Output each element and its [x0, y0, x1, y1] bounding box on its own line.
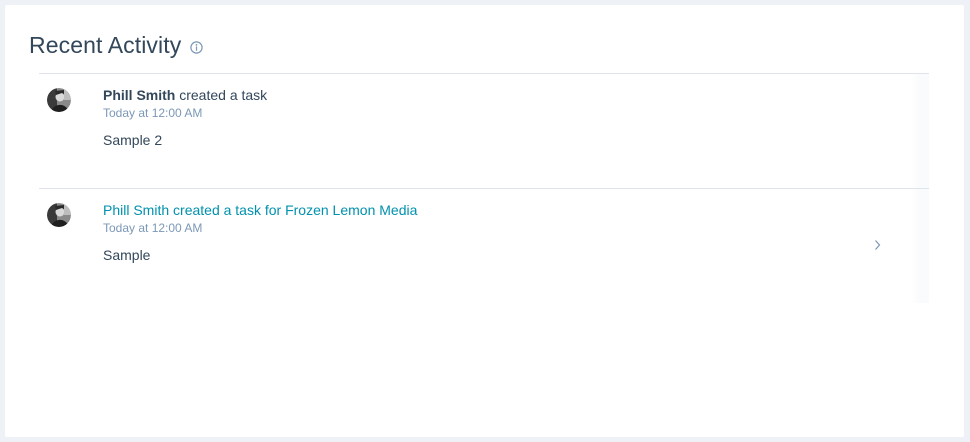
activity-action: created a task — [175, 87, 268, 103]
activity-item: Phill Smith created a task Today at 12:0… — [39, 73, 929, 188]
info-circle-icon[interactable] — [190, 41, 204, 54]
avatar — [47, 203, 71, 227]
activity-item[interactable]: Phill Smith created a task for Frozen Le… — [39, 188, 929, 303]
activity-body: Sample — [103, 247, 151, 263]
activity-content: Phill Smith created a task Today at 12:0… — [103, 87, 267, 149]
activity-content: Phill Smith created a task for Frozen Le… — [103, 202, 417, 264]
card-header: Recent Activity — [29, 32, 204, 59]
activity-timestamp: Today at 12:00 AM — [103, 106, 203, 120]
activity-body: Sample 2 — [103, 132, 163, 148]
chevron-right-icon[interactable] — [873, 238, 882, 250]
actor-name: Phill Smith — [103, 87, 176, 103]
activity-action: created a task for Frozen Lemon Media — [169, 202, 418, 218]
card-title: Recent Activity — [29, 32, 182, 58]
activity-headline-link[interactable]: Phill Smith created a task for Frozen Le… — [103, 202, 417, 219]
actor-name: Phill Smith — [103, 202, 170, 218]
activity-timestamp: Today at 12:00 AM — [103, 221, 203, 235]
activity-list: Phill Smith created a task Today at 12:0… — [39, 73, 929, 303]
avatar — [47, 88, 71, 112]
recent-activity-card: Recent Activity Phill Smith created a ta… — [5, 5, 964, 437]
activity-headline: Phill Smith created a task — [103, 87, 267, 104]
